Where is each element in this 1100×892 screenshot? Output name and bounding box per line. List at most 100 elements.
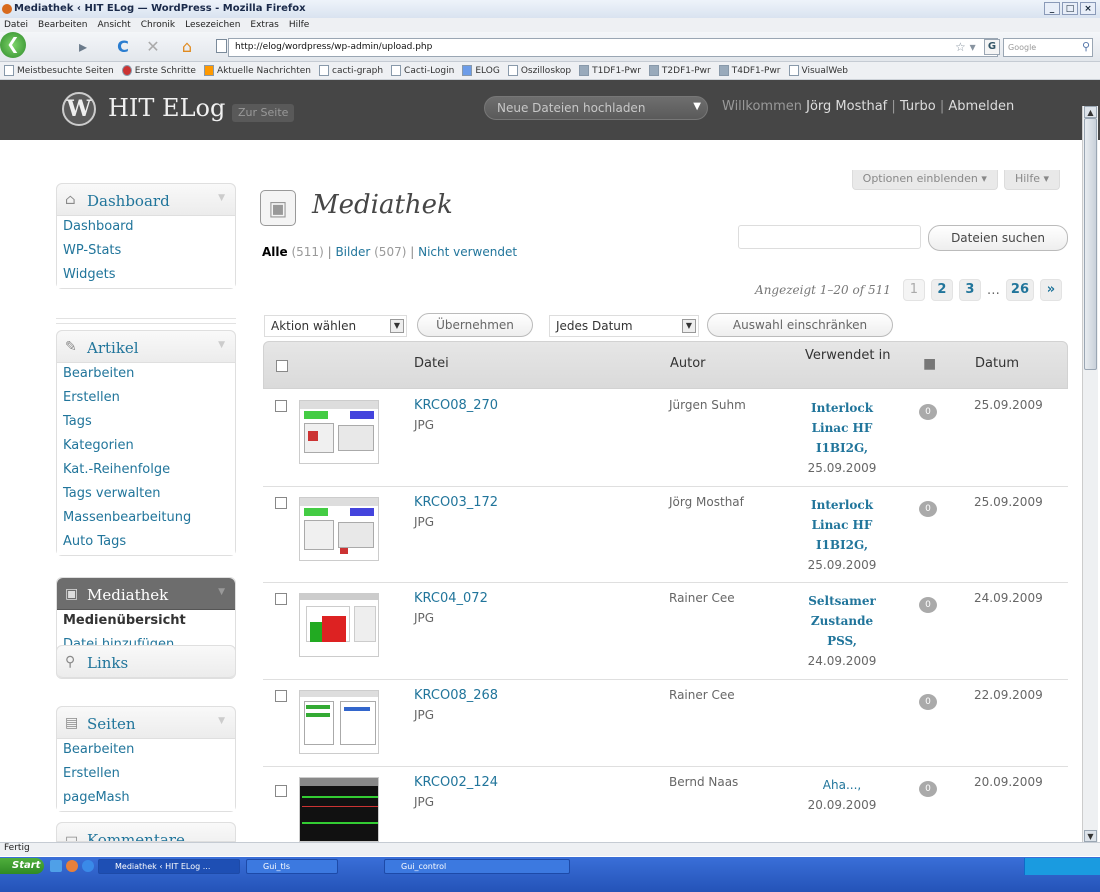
sidebar-item-kat-reihenfolge[interactable]: Kat.-Reihenfolge xyxy=(57,459,235,483)
row-checkbox[interactable] xyxy=(275,400,287,412)
bookmark-item[interactable]: ELOG xyxy=(462,65,503,76)
taskbar-item-gui-tls[interactable]: Gui_tls xyxy=(246,859,338,874)
bookmark-item[interactable]: T2DF1-Pwr xyxy=(648,65,715,76)
chevron-down-icon[interactable]: ▼ xyxy=(218,340,225,350)
page-number-link[interactable]: 3 xyxy=(958,279,981,301)
file-title-link[interactable]: KRCO08_268 xyxy=(414,688,498,703)
reload-icon[interactable]: C xyxy=(112,37,134,57)
filter-unattached-link[interactable]: Nicht verwendet xyxy=(418,245,517,259)
bookmark-item[interactable]: Aktuelle Nachrichten xyxy=(203,65,315,76)
bookmark-item[interactable]: T4DF1-Pwr xyxy=(718,65,785,76)
taskbar-item-gui-control[interactable]: Gui_control xyxy=(384,859,570,874)
comment-count-badge[interactable]: 0 xyxy=(919,597,937,613)
search-media-button[interactable]: Dateien suchen xyxy=(928,225,1068,251)
chevron-down-icon[interactable]: ▼ xyxy=(218,587,225,597)
screen-options-button[interactable]: Optionen einblenden ▾ xyxy=(851,170,998,190)
menu-chronik[interactable]: Chronik xyxy=(141,20,175,30)
media-thumbnail[interactable] xyxy=(299,400,379,464)
comment-count-badge[interactable]: 0 xyxy=(919,781,937,797)
chevron-down-icon[interactable]: ▼ xyxy=(218,193,225,203)
bookmark-item[interactable]: Erste Schritte xyxy=(121,65,200,76)
row-checkbox[interactable] xyxy=(275,497,287,509)
menu-extras[interactable]: Extras xyxy=(250,20,278,30)
forward-button[interactable]: ▸ xyxy=(72,37,94,57)
ie-quicklaunch-icon[interactable] xyxy=(82,860,94,872)
bookmark-item[interactable]: Meistbesuchte Seiten xyxy=(4,65,118,76)
attached-post-link[interactable]: Interlock xyxy=(801,495,883,515)
row-checkbox[interactable] xyxy=(275,593,287,605)
scroll-up-icon[interactable]: ▲ xyxy=(1084,106,1097,118)
bookmark-item[interactable]: Cacti-Login xyxy=(391,65,458,76)
sidebar-item-tags-verwalten[interactable]: Tags verwalten xyxy=(57,483,235,507)
comment-count-badge[interactable]: 0 xyxy=(919,694,937,710)
sidebar-item-pagemash[interactable]: pageMash xyxy=(57,787,235,811)
sidebar-item-auto-tags[interactable]: Auto Tags xyxy=(57,531,235,555)
sidebar-links-header[interactable]: ⚲ Links xyxy=(57,646,235,678)
visit-site-button[interactable]: Zur Seite xyxy=(232,104,295,122)
attached-post-link[interactable]: I1BI2G, xyxy=(801,438,883,458)
row-checkbox[interactable] xyxy=(275,785,287,797)
logout-link[interactable]: Abmelden xyxy=(948,99,1014,114)
scroll-down-icon[interactable]: ▼ xyxy=(1084,830,1097,842)
bookmark-item[interactable]: cacti-graph xyxy=(319,65,387,76)
sidebar-kommentare-header[interactable]: ▭ Kommentare xyxy=(57,823,235,841)
search-icon[interactable]: ⚲ xyxy=(1082,40,1090,53)
taskbar-item-firefox[interactable]: Mediathek ‹ HIT ELog ... xyxy=(98,859,240,874)
comment-count-badge[interactable]: 0 xyxy=(919,501,937,517)
sidebar-item-wp-stats[interactable]: WP-Stats xyxy=(57,240,235,264)
attached-post-link[interactable]: Seltsamer xyxy=(801,591,883,611)
site-title[interactable]: HIT ELog xyxy=(108,94,225,122)
vertical-scrollbar[interactable]: ▲ ▼ xyxy=(1082,106,1098,842)
scrollbar-thumb[interactable] xyxy=(1084,118,1097,370)
url-bar[interactable]: http://elog/wordpress/wp-admin/upload.ph… xyxy=(228,38,998,57)
column-date[interactable]: Datum xyxy=(975,356,1019,371)
sidebar-item-bearbeiten[interactable]: Bearbeiten xyxy=(57,363,235,387)
bookmark-item[interactable]: Oszilloskop xyxy=(507,65,575,76)
media-thumbnail[interactable] xyxy=(299,593,379,657)
sidebar-item-kategorien[interactable]: Kategorien xyxy=(57,435,235,459)
bookmark-star-icon[interactable]: ☆ ▾ xyxy=(955,40,976,54)
attached-post-link[interactable]: Linac HF xyxy=(801,515,883,535)
attached-post-link[interactable]: Interlock xyxy=(801,398,883,418)
sidebar-item-medienuebersicht[interactable]: Medienübersicht xyxy=(57,610,235,634)
apply-button[interactable]: Übernehmen xyxy=(417,313,533,337)
filter-images-link[interactable]: Bilder xyxy=(335,245,370,259)
menu-ansicht[interactable]: Ansicht xyxy=(97,20,130,30)
stop-icon[interactable]: ✕ xyxy=(142,37,164,57)
firefox-quicklaunch-icon[interactable] xyxy=(66,860,78,872)
menu-lesezeichen[interactable]: Lesezeichen xyxy=(185,20,240,30)
menu-datei[interactable]: Datei xyxy=(4,20,28,30)
chevron-down-icon[interactable]: ▼ xyxy=(693,101,701,112)
file-title-link[interactable]: KRC04_072 xyxy=(414,591,488,606)
column-file[interactable]: Datei xyxy=(414,356,449,371)
menu-hilfe[interactable]: Hilfe xyxy=(289,20,309,30)
media-thumbnail[interactable] xyxy=(299,777,379,842)
row-checkbox[interactable] xyxy=(275,690,287,702)
media-thumbnail[interactable] xyxy=(299,497,379,561)
sidebar-item-dashboard[interactable]: Dashboard xyxy=(57,216,235,240)
sidebar-item-seiten-bearbeiten[interactable]: Bearbeiten xyxy=(57,739,235,763)
attached-post-link[interactable]: I1BI2G, xyxy=(801,535,883,555)
file-title-link[interactable]: KRCO08_270 xyxy=(414,398,498,413)
media-thumbnail[interactable] xyxy=(299,690,379,754)
help-button[interactable]: Hilfe ▾ xyxy=(1003,170,1060,190)
file-title-link[interactable]: KRCO03_172 xyxy=(414,495,498,510)
select-all-checkbox[interactable] xyxy=(276,360,288,372)
search-engine-icon[interactable]: G xyxy=(984,39,1000,55)
chevron-down-icon[interactable]: ▼ xyxy=(390,319,404,333)
sidebar-item-erstellen[interactable]: Erstellen xyxy=(57,387,235,411)
minimize-button[interactable]: _ xyxy=(1044,2,1060,15)
sidebar-item-tags[interactable]: Tags xyxy=(57,411,235,435)
page-number-link[interactable]: 2 xyxy=(930,279,953,301)
attached-post-link[interactable]: Linac HF xyxy=(801,418,883,438)
upload-files-button[interactable]: Neue Dateien hochladen ▼ xyxy=(484,96,708,120)
start-button[interactable]: Start xyxy=(0,858,44,874)
turbo-link[interactable]: Turbo xyxy=(900,99,936,114)
attached-post-link[interactable]: PSS, xyxy=(801,631,883,651)
quicklaunch-icon[interactable] xyxy=(50,860,62,872)
browser-search-input[interactable]: Google ⚲ xyxy=(1003,38,1093,57)
sidebar-seiten-header[interactable]: ▤ Seiten ▼ xyxy=(57,707,235,739)
attached-post-link[interactable]: Zustande xyxy=(801,611,883,631)
sidebar-item-seiten-erstellen[interactable]: Erstellen xyxy=(57,763,235,787)
sidebar-artikel-header[interactable]: ✎ Artikel ▼ xyxy=(57,331,235,363)
